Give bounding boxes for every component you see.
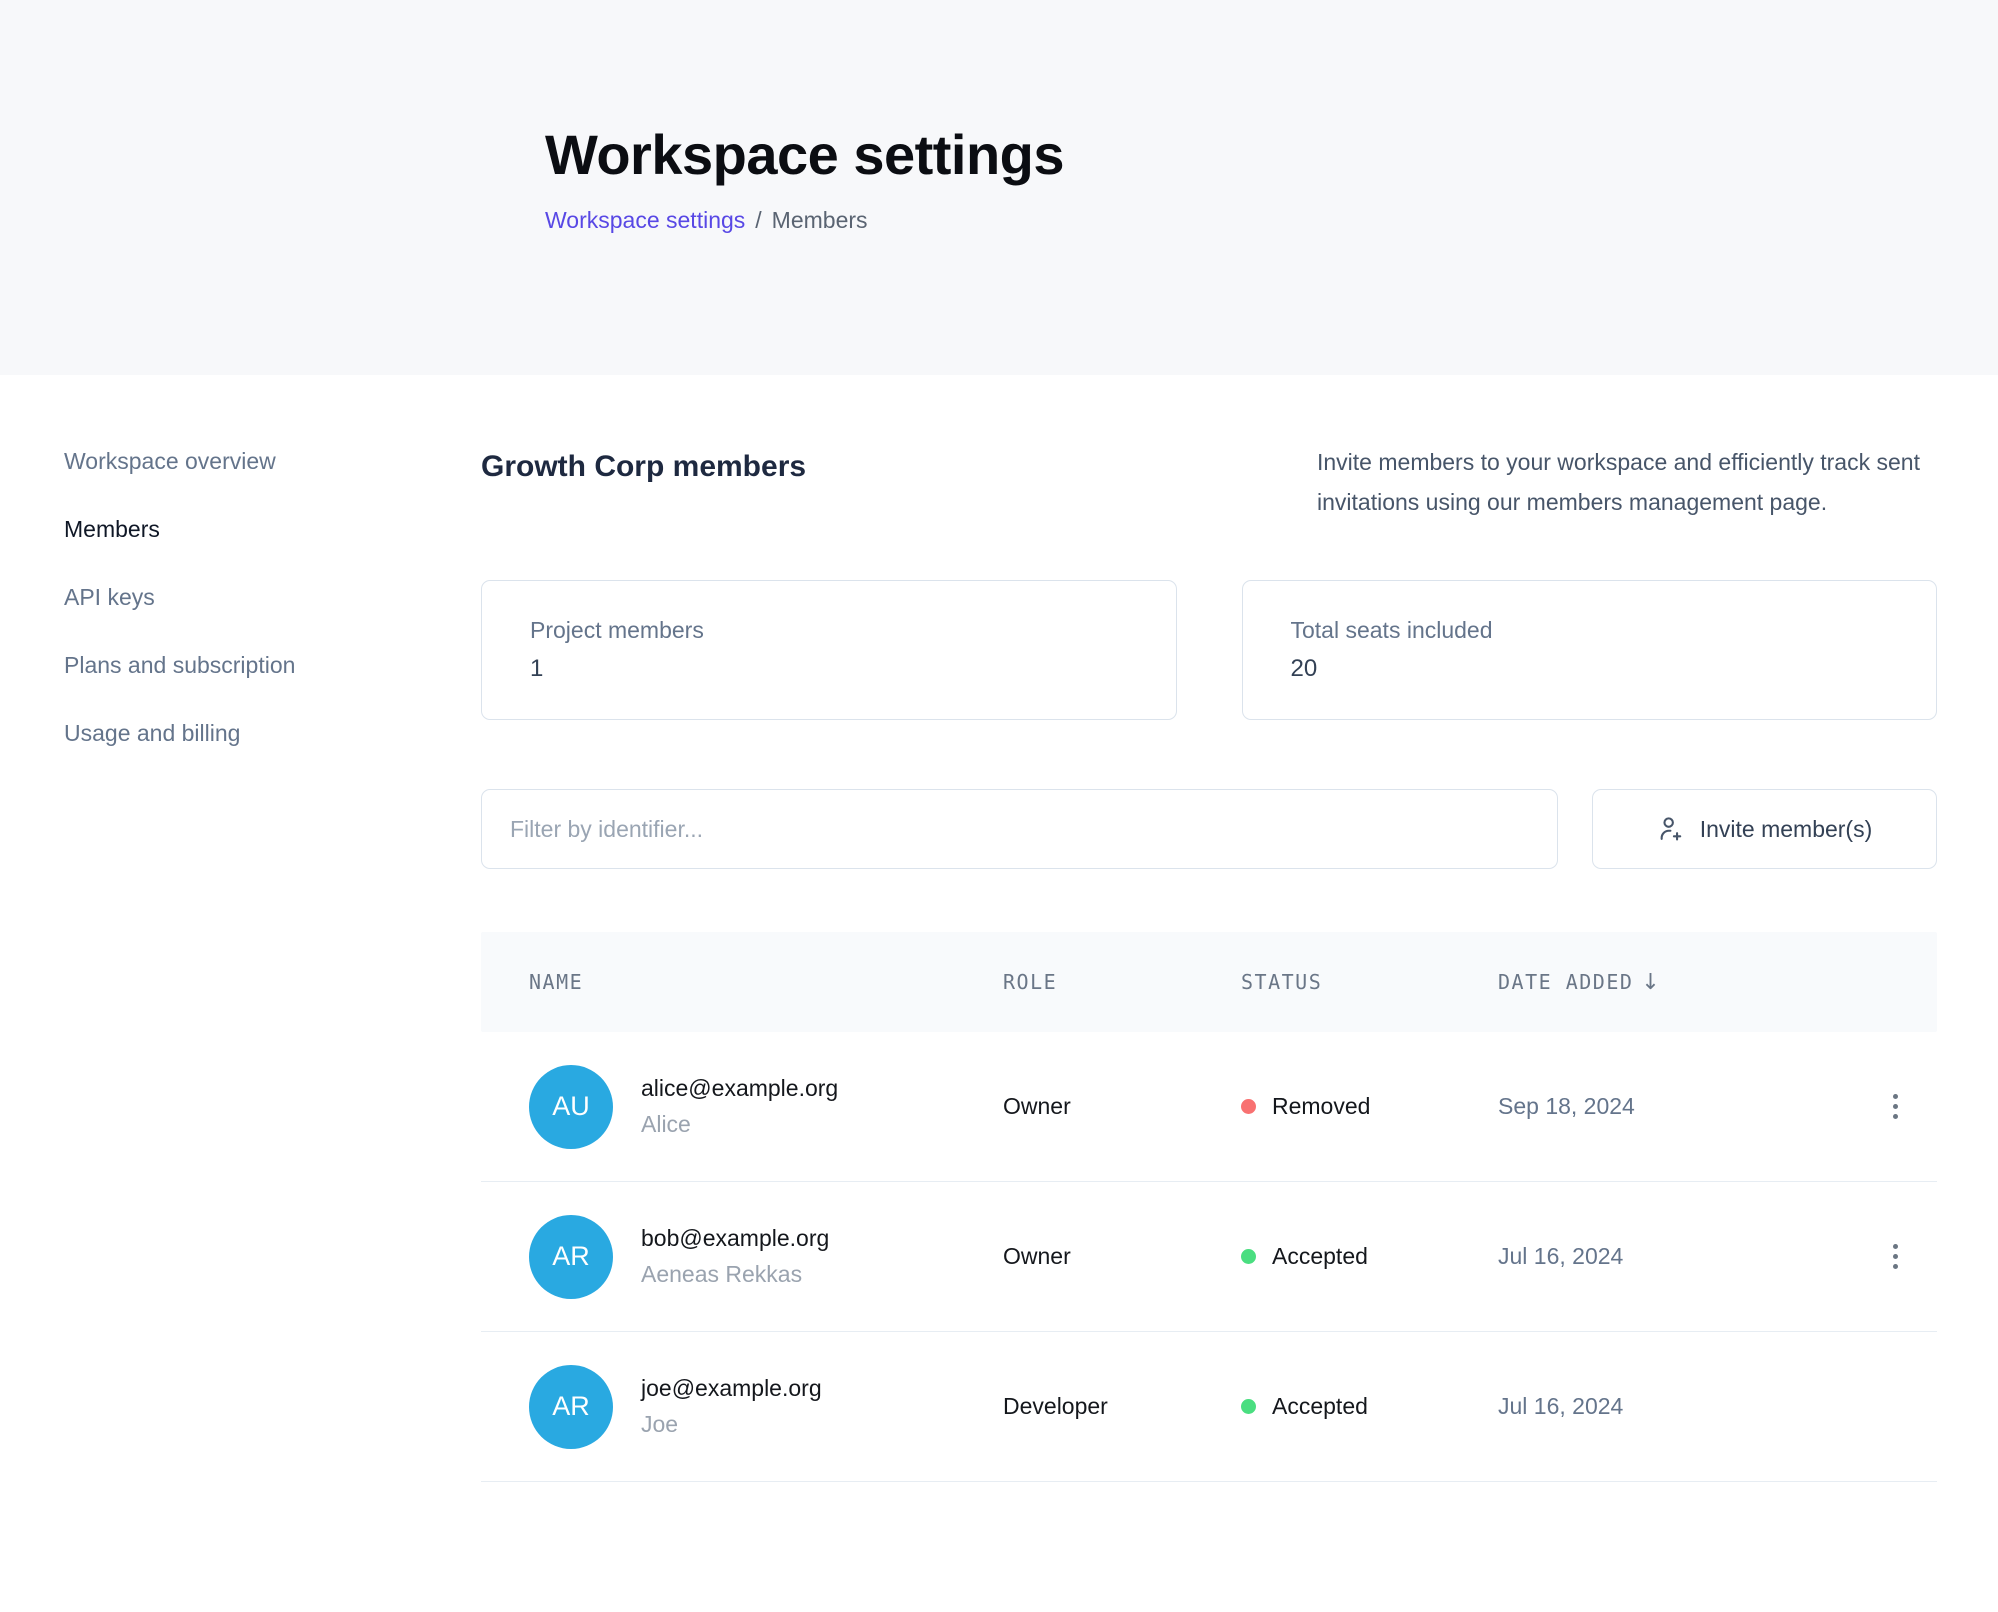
content-area: Workspace overview Members API keys Plan…	[0, 375, 1998, 1482]
person-plus-icon	[1657, 815, 1685, 843]
members-main: Growth Corp members Invite members to yo…	[481, 448, 1998, 1482]
sort-descending-icon: ↓	[1641, 970, 1659, 995]
sidebar-item-workspace-overview[interactable]: Workspace overview	[64, 448, 276, 475]
stat-label: Project members	[530, 617, 1176, 644]
member-name-cell: AR joe@example.org Joe	[529, 1365, 1003, 1449]
sidebar-item-api-keys[interactable]: API keys	[64, 584, 155, 611]
breadcrumb-separator: /	[755, 207, 761, 234]
invite-members-label: Invite member(s)	[1700, 816, 1873, 843]
member-status: Accepted	[1241, 1393, 1498, 1420]
member-role: Developer	[1003, 1393, 1241, 1420]
breadcrumb-current: Members	[772, 207, 868, 234]
column-header-date-added[interactable]: DATE ADDED ↓	[1498, 970, 1837, 995]
member-status: Removed	[1241, 1093, 1498, 1120]
table-header-row: NAME ROLE STATUS DATE ADDED ↓	[481, 932, 1937, 1032]
breadcrumb: Workspace settings / Members	[545, 207, 1998, 234]
member-name-cell: AR bob@example.org Aeneas Rekkas	[529, 1215, 1003, 1299]
status-label: Accepted	[1272, 1393, 1368, 1420]
status-label: Removed	[1272, 1093, 1370, 1120]
members-header: Growth Corp members Invite members to yo…	[481, 448, 1937, 522]
sidebar-item-usage-and-billing[interactable]: Usage and billing	[64, 720, 240, 747]
section-description: Invite members to your workspace and eff…	[1317, 442, 1937, 522]
column-header-name: NAME	[529, 970, 1003, 994]
avatar: AR	[529, 1215, 613, 1299]
filter-row: Invite member(s)	[481, 789, 1937, 869]
status-dot-icon	[1241, 1249, 1256, 1264]
avatar: AR	[529, 1365, 613, 1449]
row-menu-kebab-icon[interactable]	[1873, 1235, 1917, 1279]
member-display-name: Alice	[641, 1111, 838, 1138]
section-heading: Growth Corp members	[481, 448, 806, 484]
member-identity: alice@example.org Alice	[641, 1075, 838, 1138]
member-role: Owner	[1003, 1243, 1241, 1270]
status-dot-icon	[1241, 1099, 1256, 1114]
avatar: AU	[529, 1065, 613, 1149]
sidebar-item-members[interactable]: Members	[64, 516, 160, 543]
invite-members-button[interactable]: Invite member(s)	[1592, 789, 1937, 869]
table-row: AR bob@example.org Aeneas Rekkas Owner A…	[481, 1182, 1937, 1332]
filter-input[interactable]	[481, 789, 1558, 869]
page-title: Workspace settings	[545, 122, 1998, 187]
member-email: alice@example.org	[641, 1075, 838, 1102]
member-status: Accepted	[1241, 1243, 1498, 1270]
page-header: Workspace settings Workspace settings / …	[0, 0, 1998, 375]
members-table: NAME ROLE STATUS DATE ADDED ↓ AU alice@e…	[481, 932, 1937, 1482]
breadcrumb-link-workspace-settings[interactable]: Workspace settings	[545, 207, 745, 234]
member-display-name: Joe	[641, 1411, 822, 1438]
member-date-added: Jul 16, 2024	[1498, 1393, 1837, 1420]
status-dot-icon	[1241, 1399, 1256, 1414]
member-date-added: Sep 18, 2024	[1498, 1093, 1837, 1120]
member-email: bob@example.org	[641, 1225, 829, 1252]
member-identity: bob@example.org Aeneas Rekkas	[641, 1225, 829, 1288]
table-row: AR joe@example.org Joe Developer Accepte…	[481, 1332, 1937, 1482]
status-label: Accepted	[1272, 1243, 1368, 1270]
member-display-name: Aeneas Rekkas	[641, 1261, 829, 1288]
stat-value: 1	[530, 655, 1176, 683]
stat-label: Total seats included	[1291, 617, 1937, 644]
member-identity: joe@example.org Joe	[641, 1375, 822, 1438]
stats-row: Project members 1 Total seats included 2…	[481, 580, 1937, 720]
stat-card-project-members: Project members 1	[481, 580, 1177, 720]
column-header-role: ROLE	[1003, 970, 1241, 994]
settings-sidebar: Workspace overview Members API keys Plan…	[0, 448, 481, 1482]
member-role: Owner	[1003, 1093, 1241, 1120]
table-row: AU alice@example.org Alice Owner Removed…	[481, 1032, 1937, 1182]
member-name-cell: AU alice@example.org Alice	[529, 1065, 1003, 1149]
column-header-status: STATUS	[1241, 970, 1498, 994]
member-email: joe@example.org	[641, 1375, 822, 1402]
row-menu-kebab-icon[interactable]	[1873, 1085, 1917, 1129]
stat-value: 20	[1291, 655, 1937, 683]
member-date-added: Jul 16, 2024	[1498, 1243, 1837, 1270]
stat-card-total-seats: Total seats included 20	[1242, 580, 1938, 720]
sidebar-item-plans-and-subscription[interactable]: Plans and subscription	[64, 652, 295, 679]
column-header-date-added-label: DATE ADDED	[1498, 970, 1633, 994]
